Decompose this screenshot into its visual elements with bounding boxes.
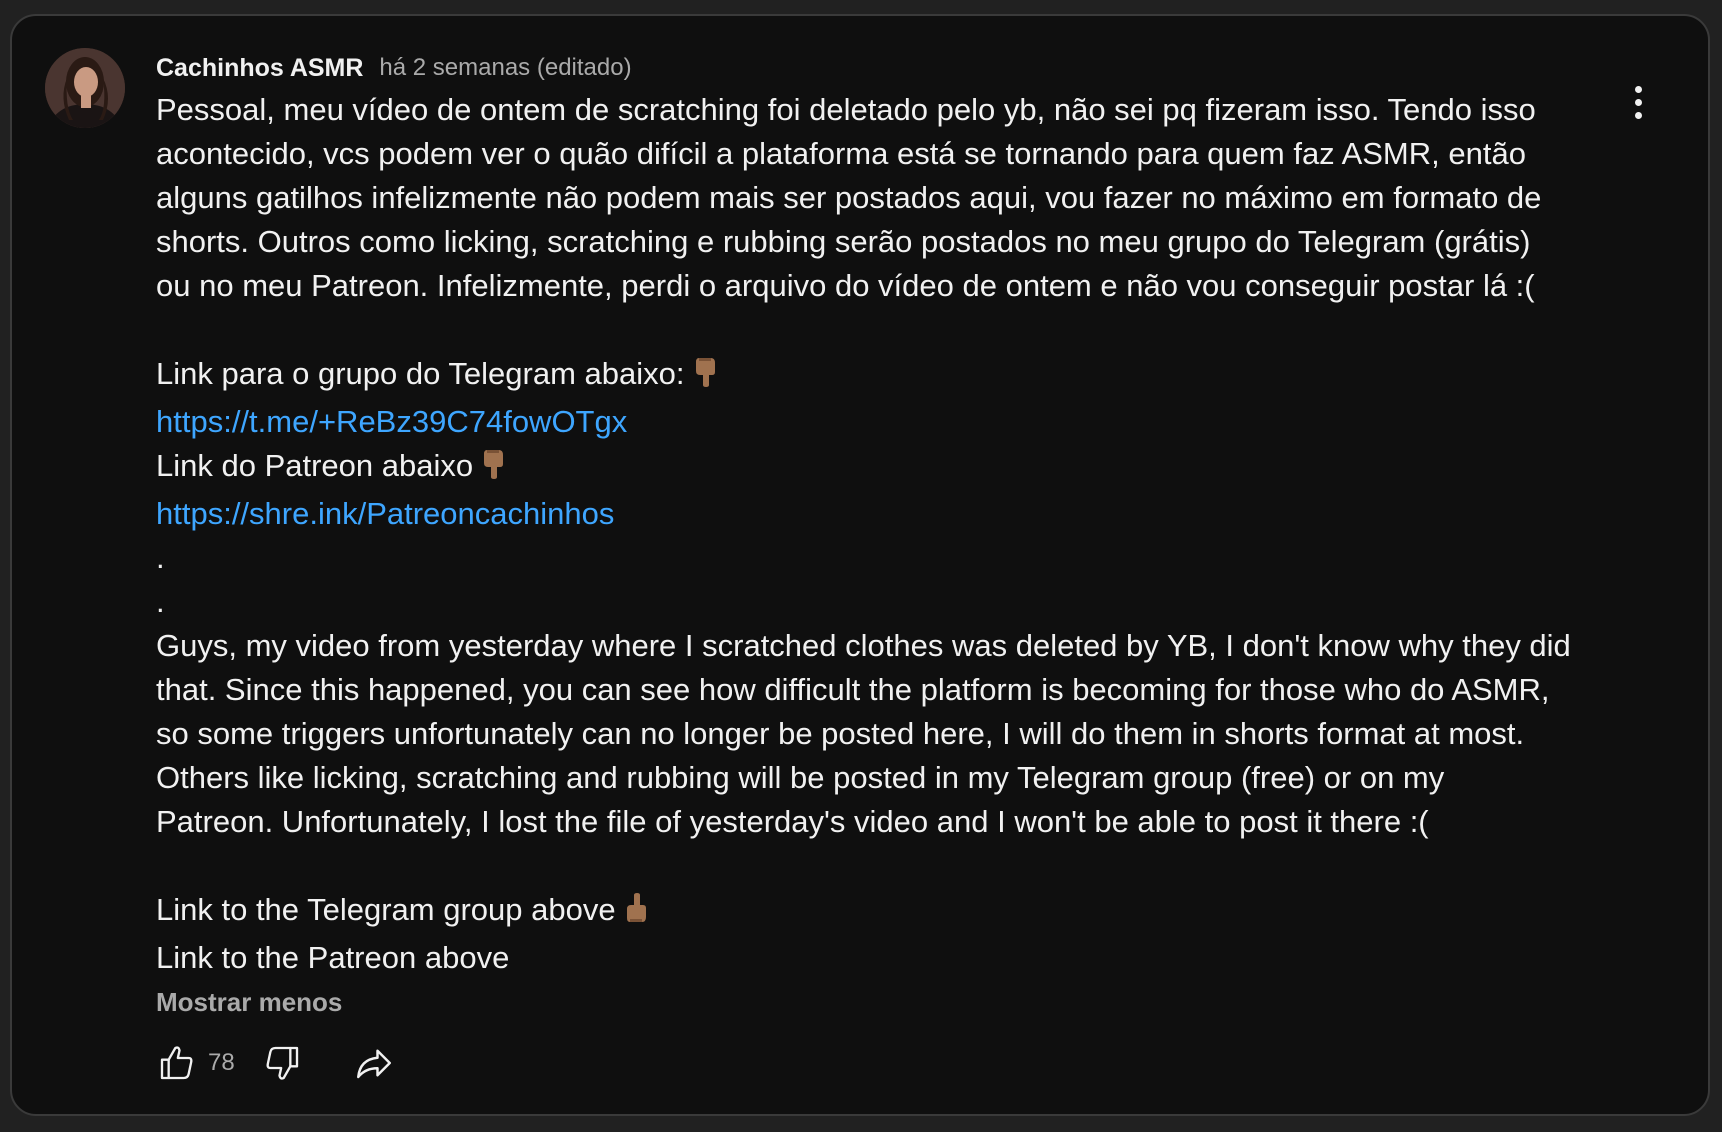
text-line: Link to the Telegram group above <box>156 888 1616 936</box>
comment-header: Cachinhos ASMR há 2 semanas (editado) <box>156 48 1616 88</box>
patreon-link[interactable]: https://shre.ink/Patreoncachinhos <box>156 496 614 531</box>
text-line: Link para o grupo do Telegram abaixo: <box>156 352 1616 400</box>
more-options-icon[interactable] <box>1618 72 1658 132</box>
telegram-link-label: Link para o grupo do Telegram abaixo: <box>156 356 685 391</box>
comment-card: Cachinhos ASMR há 2 semanas (editado) Pe… <box>10 14 1710 1116</box>
text-line: . <box>156 584 165 619</box>
backhand-index-pointing-down-icon <box>693 356 719 400</box>
comment-text: Pessoal, meu vídeo de ontem de scratchin… <box>156 88 1616 980</box>
share-button[interactable] <box>349 1038 399 1088</box>
text-line: . <box>156 540 165 575</box>
telegram-above-label: Link to the Telegram group above <box>156 892 616 927</box>
comment-timestamp[interactable]: há 2 semanas (editado) <box>379 54 631 82</box>
share-icon <box>356 1049 391 1079</box>
text-line: Guys, my video from yesterday where I sc… <box>156 628 1571 663</box>
patreon-link-label: Link do Patreon abaixo <box>156 448 474 483</box>
comment-content: Cachinhos ASMR há 2 semanas (editado) Pe… <box>156 48 1616 1022</box>
text-line: Link to the Patreon above <box>156 940 510 975</box>
text-line: https://t.me/+ReBz39C74fowOTgx <box>156 400 1616 444</box>
avatar[interactable] <box>45 48 125 128</box>
like-count: 78 <box>208 1049 235 1076</box>
thumbs-up-icon <box>160 1046 193 1080</box>
text-line: Link do Patreon abaixo <box>156 444 1616 492</box>
text-line: Others like licking, scratching and rubb… <box>156 760 1445 795</box>
comment-actions: 78 <box>152 1038 399 1088</box>
show-less-button[interactable]: Mostrar menos <box>156 982 1616 1022</box>
like-button[interactable] <box>152 1038 202 1088</box>
text-line: alguns gatilhos infelizmente não podem m… <box>156 180 1542 215</box>
text-line: Patreon. Unfortunately, I lost the file … <box>156 804 1429 839</box>
text-line: shorts. Outros como licking, scratching … <box>156 224 1531 259</box>
thumbs-down-icon <box>266 1046 298 1080</box>
backhand-index-pointing-down-icon <box>481 448 507 492</box>
backhand-index-pointing-up-icon <box>624 892 650 936</box>
text-line: https://shre.ink/Patreoncachinhos <box>156 492 1616 536</box>
text-line: Pessoal, meu vídeo de ontem de scratchin… <box>156 92 1536 127</box>
text-line: ou no meu Patreon. Infelizmente, perdi o… <box>156 268 1535 303</box>
author-name[interactable]: Cachinhos ASMR <box>156 54 363 83</box>
text-line: acontecido, vcs podem ver o quão difícil… <box>156 136 1526 171</box>
text-line: so some triggers unfortunately can no lo… <box>156 716 1525 751</box>
text-line: that. Since this happened, you can see h… <box>156 672 1550 707</box>
dislike-button[interactable] <box>257 1038 307 1088</box>
telegram-link[interactable]: https://t.me/+ReBz39C74fowOTgx <box>156 404 627 439</box>
